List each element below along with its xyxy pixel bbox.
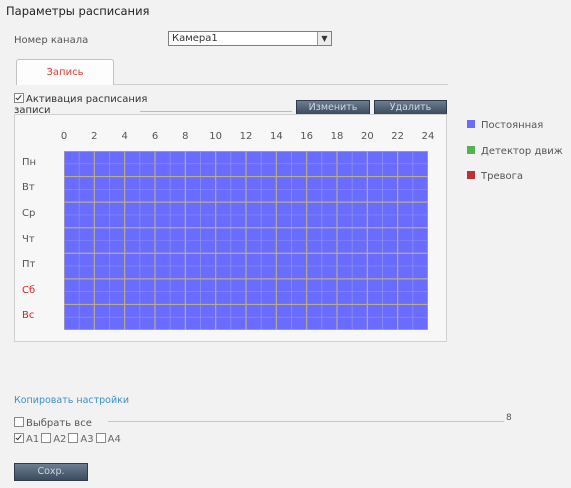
tab-record[interactable]: Запись [16, 59, 114, 85]
legend-swatch [467, 146, 475, 154]
hour-label: 22 [391, 131, 405, 142]
hour-label: 12 [239, 131, 253, 142]
copy-channel-label: A3 [80, 434, 94, 445]
hour-label: 6 [151, 131, 159, 142]
legend-label: Постоянная [481, 120, 544, 131]
hour-label: 16 [300, 131, 314, 142]
day-label: Вт [22, 182, 35, 194]
delete-button[interactable]: Удалить [374, 100, 447, 115]
copy-settings-link[interactable]: Копировать настройки [14, 395, 129, 406]
select-all-label: Выбрать все [26, 418, 92, 429]
schedule-grid-lines [64, 151, 428, 330]
hour-label: 14 [269, 131, 283, 142]
divider [108, 421, 504, 422]
hour-label: 0 [60, 131, 68, 142]
select-all-checkbox[interactable] [14, 417, 24, 427]
day-label: Сб [22, 284, 36, 296]
legend-swatch [467, 120, 475, 128]
activate-schedule-row: Активация расписания записи [14, 93, 147, 116]
copy-channels-row: A1 A2 A3 A4 [14, 433, 123, 445]
legend-item: Тревога [467, 171, 523, 182]
copy-channel-checkbox[interactable] [14, 433, 24, 443]
legend-swatch [467, 171, 475, 179]
select-mark: 8 [506, 413, 512, 423]
select-all-row: Выбрать все [14, 417, 92, 429]
day-label: Вс [22, 310, 35, 322]
page-title: Параметры расписания [6, 4, 150, 18]
copy-channel-checkbox[interactable] [68, 433, 79, 443]
hour-label: 2 [91, 131, 98, 142]
channel-select[interactable]: Камера1 ▼ [168, 31, 332, 46]
hour-label: 24 [421, 131, 435, 142]
hour-label: 20 [360, 131, 374, 142]
chevron-down-icon[interactable]: ▼ [317, 32, 331, 45]
copy-channel-label: A1 [26, 434, 40, 445]
save-button[interactable]: Сохр. [14, 463, 88, 481]
legend-item: Детектор движ [467, 146, 563, 157]
copy-channel-checkbox[interactable] [95, 433, 106, 443]
day-label: Ср [22, 207, 36, 219]
schedule-grid[interactable] [64, 151, 428, 330]
activate-schedule-label: Активация расписания записи [14, 94, 148, 116]
day-label: Пн [22, 156, 37, 168]
hour-label: 4 [121, 131, 128, 142]
edit-button[interactable]: Изменить [296, 100, 370, 115]
activate-schedule-checkbox[interactable] [14, 93, 24, 103]
copy-channel-label: A4 [107, 434, 121, 445]
divider [140, 111, 292, 112]
day-label: Чт [22, 233, 35, 245]
hour-label: 8 [182, 131, 189, 142]
hour-label: 10 [209, 131, 223, 142]
channel-select-value: Камера1 [172, 33, 218, 44]
copy-channel-label: A2 [53, 434, 67, 445]
copy-channel-checkbox[interactable] [41, 433, 52, 443]
legend-label: Тревога [481, 171, 524, 182]
tab-divider [114, 84, 448, 85]
legend-item: Постоянная [467, 120, 543, 131]
channel-label: Номер канала [14, 35, 89, 46]
legend-label: Детектор движ [481, 146, 563, 157]
hour-label: 18 [330, 131, 344, 142]
day-label: Пт [22, 259, 36, 271]
